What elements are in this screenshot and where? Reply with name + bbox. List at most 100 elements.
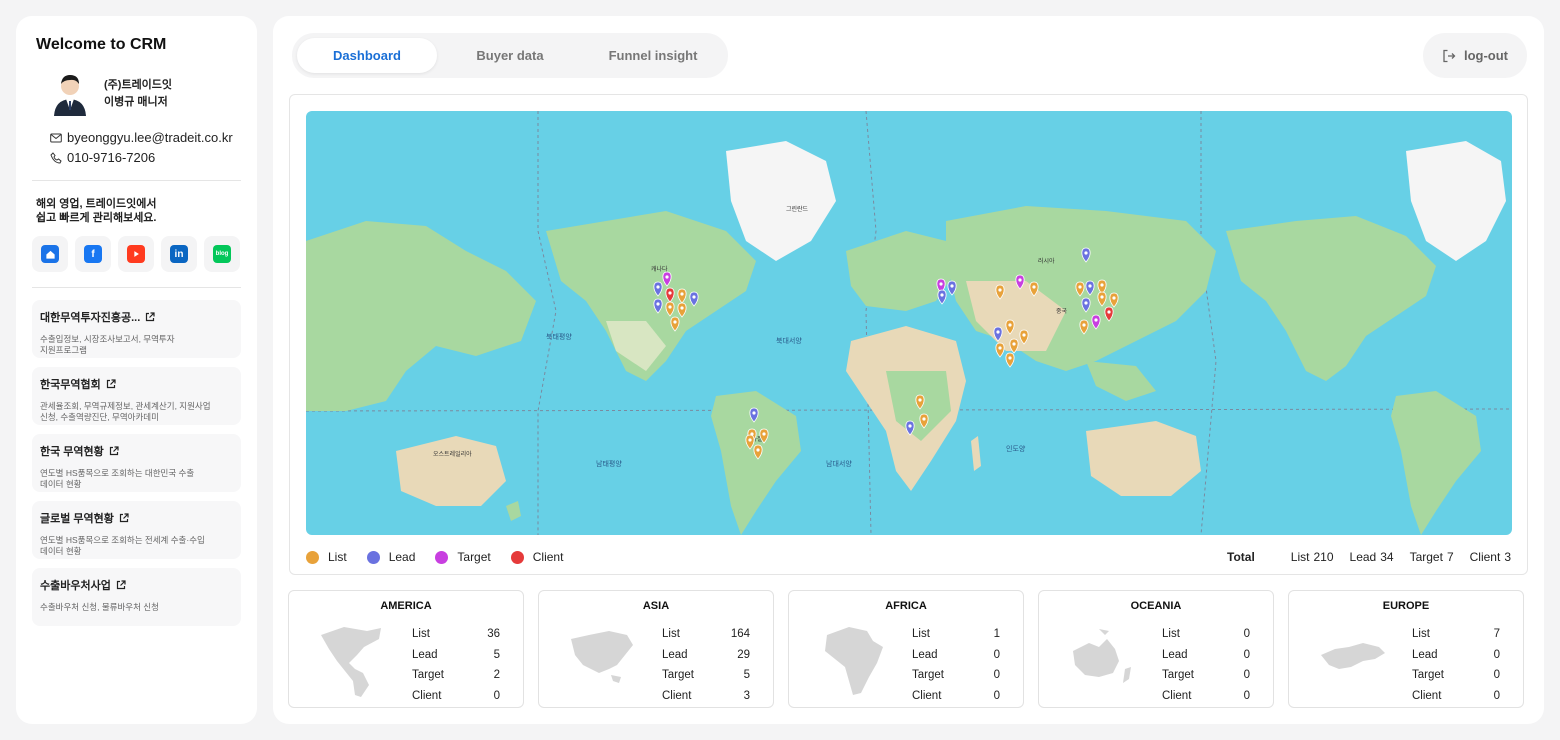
- tab-buyer-data[interactable]: Buyer data: [440, 38, 580, 73]
- social-links: f in blog: [32, 236, 241, 272]
- map-pin-dot: [1008, 323, 1012, 327]
- linkedin-link[interactable]: in: [161, 236, 197, 272]
- stat-label: List: [912, 628, 930, 641]
- stat-row: List 1: [912, 624, 1000, 645]
- stat-row: Target 0: [912, 665, 1000, 686]
- stat-row: Client 0: [1162, 686, 1250, 707]
- map-pin[interactable]: [995, 342, 1005, 358]
- map-pin-dot: [665, 275, 669, 279]
- tab-dashboard[interactable]: Dashboard: [297, 38, 437, 73]
- stat-value: 7: [1493, 628, 1500, 641]
- legend-dot: [510, 550, 524, 564]
- region-card-europe[interactable]: EUROPE List 7 Lead 0 Target 0 Client 0: [1288, 590, 1524, 708]
- world-map[interactable]: 북태평양 북대서양 남태평양 남대서양 인도양 그린란드 러시아 중국 오스트레…: [306, 111, 1512, 535]
- mail-icon: [50, 133, 62, 143]
- stat-label: Target: [912, 669, 944, 682]
- stat-value: 5: [743, 669, 750, 682]
- phone-text: 010-9716-7206: [67, 150, 156, 165]
- map-pin-dot: [950, 284, 954, 288]
- europe-shape-icon: [1321, 643, 1385, 669]
- total-item-label: List: [1290, 550, 1310, 564]
- map-pin-dot: [680, 306, 684, 310]
- map-pin-dot: [998, 346, 1002, 350]
- stat-row: Target 5: [662, 665, 750, 686]
- link-export-voucher[interactable]: 수출바우처사업 수출바우처 신청, 물류바우처 신청: [32, 568, 241, 626]
- legend-dot: [306, 550, 319, 564]
- stat-label: Target: [1162, 669, 1194, 682]
- map-label-indian-ocean: 인도양: [1006, 444, 1026, 453]
- linkedin-icon: in: [170, 245, 188, 263]
- map-legend: List Lead Target Client: [306, 550, 583, 564]
- company-name: (주)트레이드잇: [104, 79, 173, 91]
- map-pin-dot: [940, 293, 944, 297]
- map-pin-dot: [692, 295, 696, 299]
- map-label-north-atlantic: 북대서양: [776, 336, 802, 345]
- stat-row: Client 0: [1412, 686, 1500, 707]
- map-pin-dot: [998, 288, 1002, 292]
- stat-value: 0: [1243, 648, 1250, 661]
- total-list: List 210: [1291, 550, 1334, 564]
- facebook-link[interactable]: f: [75, 236, 111, 272]
- link-title: 글로벌 무역현황: [40, 513, 114, 525]
- stat-row: Lead 0: [1162, 645, 1250, 666]
- map-pin-dot: [1100, 283, 1104, 287]
- stat-label: Target: [662, 669, 694, 682]
- totals-label: Total: [1227, 550, 1255, 564]
- map-pin-dot: [939, 282, 943, 286]
- link-global-trade[interactable]: 글로벌 무역현황 연도별 HS품목으로 조회하는 전세계 수출·수입 데이터 현황: [32, 501, 241, 559]
- home-icon: [41, 245, 59, 263]
- stat-value: 3: [743, 689, 750, 702]
- total-item-value: 34: [1380, 550, 1394, 564]
- region-card-asia[interactable]: ASIA List 164 Lead 29 Target 5 Client 3: [538, 590, 774, 708]
- map-pin[interactable]: [937, 289, 947, 305]
- map-pin-dot: [673, 320, 677, 324]
- stat-value: 0: [993, 669, 1000, 682]
- stat-label: List: [662, 628, 680, 641]
- region-card-oceania[interactable]: OCEANIA List 0 Lead 0 Target 0 Client 0: [1038, 590, 1274, 708]
- stat-row: Client 0: [412, 686, 500, 707]
- link-desc: 신청, 수출역량진단, 무역아카데미: [40, 412, 159, 422]
- map-pin-dot: [1022, 333, 1026, 337]
- link-title: 대한무역투자진흥공...: [40, 312, 141, 324]
- map-pin-dot: [1112, 296, 1116, 300]
- legend-dot: [435, 550, 449, 564]
- external-link-icon: [116, 580, 126, 590]
- map-pin[interactable]: [1005, 352, 1015, 368]
- stat-row: Client 3: [662, 686, 750, 707]
- legend-target: Target: [435, 550, 491, 564]
- stat-label: Client: [912, 689, 942, 702]
- email-row: byeonggyu.lee@tradeit.co.kr: [50, 128, 241, 148]
- map-pin-dot: [656, 302, 660, 306]
- blog-link[interactable]: blog: [204, 236, 240, 272]
- stat-label: Client: [1412, 689, 1442, 702]
- stat-label: Client: [1162, 689, 1192, 702]
- map-pin-dot: [996, 330, 1000, 334]
- link-kotra[interactable]: 대한무역투자진흥공... 수출입정보, 시장조사보고서, 무역투자 지원프로그램: [32, 300, 241, 358]
- map-pin-dot: [680, 292, 684, 296]
- region-card-africa[interactable]: AFRICA List 1 Lead 0 Target 0 Client 0: [788, 590, 1024, 708]
- youtube-link[interactable]: [118, 236, 154, 272]
- link-korea-trade[interactable]: 한국 무역현황 연도별 HS품목으로 조회하는 대한민국 수출 데이터 현황: [32, 434, 241, 492]
- logout-button[interactable]: log-out: [1423, 33, 1527, 78]
- map-label-russia: 러시아: [1038, 257, 1055, 265]
- user-name: 이병규 매니저: [104, 96, 168, 108]
- tab-funnel-insight[interactable]: Funnel insight: [583, 38, 723, 73]
- map-pin-dot: [748, 438, 752, 442]
- map-pin-dot: [1018, 278, 1022, 282]
- link-kita[interactable]: 한국무역협회 관세율조회, 무역규제정보, 관세계산기, 지원사업 신청, 수출역…: [32, 367, 241, 425]
- stat-label: List: [1412, 628, 1430, 641]
- region-card-america[interactable]: AMERICA List 36 Lead 5 Target 2 Client 0: [288, 590, 524, 708]
- stat-row: List 0: [1162, 624, 1250, 645]
- region-title: ASIA: [642, 600, 670, 612]
- stat-row: Lead 0: [912, 645, 1000, 666]
- external-link-icon: [109, 446, 119, 456]
- asia-shape-icon: [571, 631, 633, 683]
- map-pin-dot: [752, 411, 756, 415]
- map-label-china: 중국: [1056, 308, 1068, 315]
- legend-label: Lead: [388, 550, 416, 564]
- map-label-south-pacific: 남태평양: [596, 459, 622, 468]
- stat-value: 0: [1243, 689, 1250, 702]
- stat-row: Lead 29: [662, 645, 750, 666]
- map-pin-dot: [1012, 342, 1016, 346]
- home-link[interactable]: [32, 236, 68, 272]
